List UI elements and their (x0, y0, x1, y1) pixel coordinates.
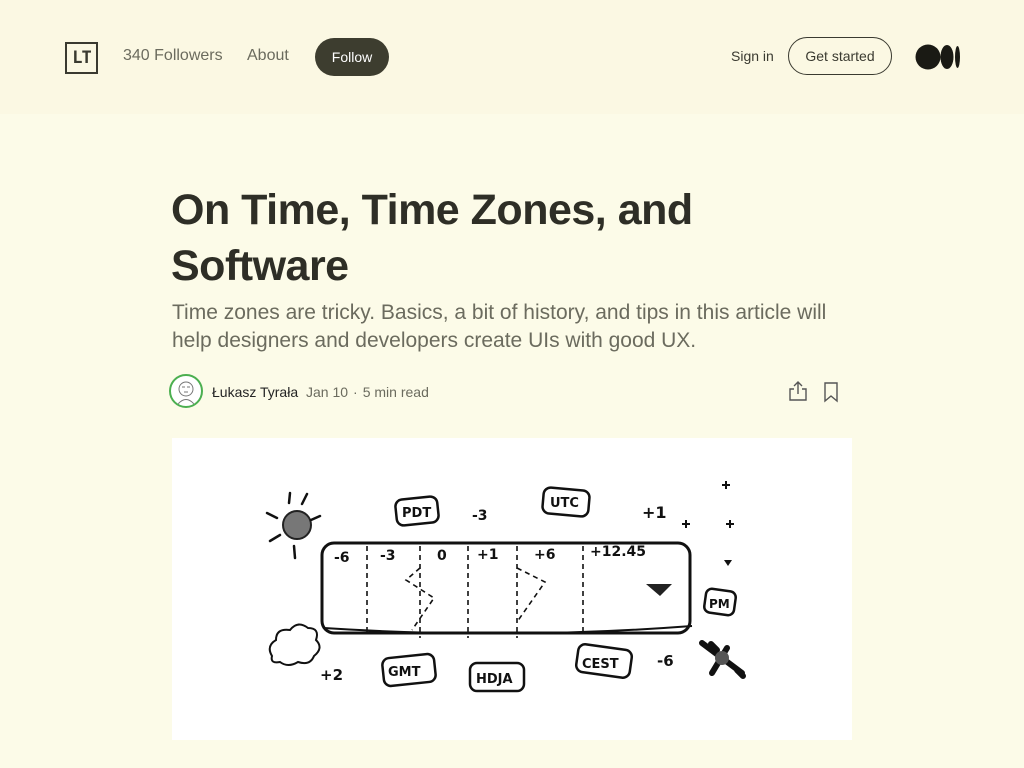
about-link[interactable]: About (247, 47, 289, 65)
bar-label-6: +12.45 (590, 544, 646, 560)
top-zone-labels: PDT -3 UTC +1 (394, 486, 667, 527)
medium-logo-icon[interactable] (915, 44, 961, 70)
sun-icon (265, 491, 322, 560)
label-minus-3: -3 (472, 508, 488, 524)
publish-date: Jan 10 (306, 384, 349, 400)
publication-logo[interactable]: LT (65, 42, 98, 74)
label-pm: PM (709, 597, 730, 611)
read-time: 5 min read (362, 384, 429, 400)
sign-in-link[interactable]: Sign in (731, 48, 774, 64)
bar-label-1: -6 (334, 550, 350, 566)
label-hdja: HDJA (476, 672, 513, 687)
label-cest: CEST (582, 657, 619, 672)
article-meta: Jan 10 · 5 min read (306, 384, 429, 400)
article-title: On Time, Time Zones, and Software (171, 186, 693, 290)
bar-label-4: +1 (477, 547, 498, 563)
cloud-icon (268, 623, 321, 666)
time-zone-bar: -6 -3 0 +1 +6 +12.45 (320, 541, 693, 638)
hero-illustration: -6 -3 0 +1 +6 +12.45 PDT -3 UTC +1 PM +2… (172, 438, 852, 740)
moon-icon (682, 481, 746, 566)
author-avatar[interactable] (169, 374, 203, 408)
bar-label-5: +6 (534, 547, 555, 563)
get-started-button[interactable]: Get started (788, 37, 892, 75)
meta-separator: · (353, 384, 358, 400)
label-minus-6: -6 (657, 652, 674, 670)
article-subtitle: Time zones are tricky. Basics, a bit of … (172, 301, 827, 352)
right-zone-label: PM (703, 587, 737, 617)
label-gmt: GMT (388, 665, 421, 680)
bookmark-icon[interactable] (822, 381, 840, 403)
share-icon[interactable] (788, 380, 808, 402)
bar-label-2: -3 (380, 548, 396, 564)
follow-button[interactable]: Follow (315, 38, 389, 76)
plane-icon (699, 640, 746, 679)
label-utc: UTC (550, 496, 579, 511)
followers-link[interactable]: 340 Followers (123, 47, 223, 65)
label-pdt: PDT (402, 506, 431, 521)
label-plus-2: +2 (320, 666, 343, 684)
label-plus-1: +1 (642, 503, 667, 522)
author-name[interactable]: Łukasz Tyrała (212, 384, 298, 400)
top-navigation-bar: LT 340 Followers About Follow Sign in Ge… (0, 0, 1024, 114)
bar-label-3: 0 (437, 548, 447, 564)
bottom-zone-labels: +2 GMT HDJA CEST -6 (320, 643, 674, 693)
